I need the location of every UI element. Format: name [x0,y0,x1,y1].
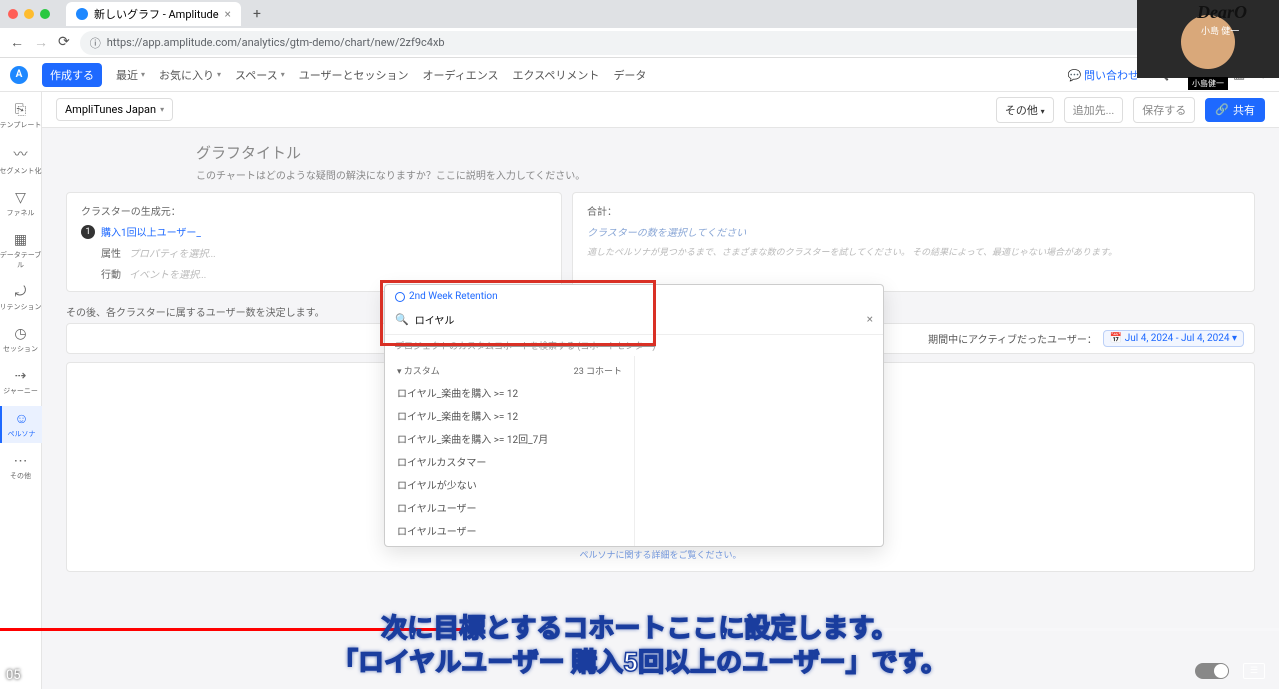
nav-audiences[interactable]: オーディエンス [423,67,499,83]
panel-label: クラスターの生成元： [81,203,547,218]
action-label: 行動 [101,266,121,281]
nav-favorites[interactable]: お気に入り▾ [159,67,221,83]
persona-icon: ☺ [2,410,42,427]
journey-icon: ⇢ [0,368,42,384]
nav-data[interactable]: データ [613,67,646,83]
panel-label: 合計： [587,203,1240,218]
rail-journey[interactable]: ⇢ジャーニー [0,364,42,400]
address-bar[interactable]: ⓘ https://app.amplitude.com/analytics/gt… [80,31,1154,55]
add-to-button[interactable]: 追加先... [1064,97,1124,123]
search-icon: 🔍 [395,313,409,326]
tab-title: 新しいグラフ - Amplitude [94,6,219,22]
presenter-name: 小島 健一 [1201,24,1239,37]
amplitude-logo-icon[interactable]: A [10,66,28,84]
date-label: 期間中にアクティブだったユーザー： [928,331,1097,346]
cluster-count-panel: 合計： クラスターの数を選択してください 適したペルソナが見つかるまで、さまざま… [572,192,1255,292]
chart-toolbar: AmpliTunes Japan▾ その他 ▾ 追加先... 保存する 🔗共有 [42,92,1279,128]
session-icon: ◷ [0,326,42,342]
nav-users[interactable]: ユーザーとセッション [299,67,409,83]
cohort-option[interactable]: ロイヤルユーザー [385,542,634,546]
dropdown-header: 2nd Week Retention [385,285,883,308]
rail-persona[interactable]: ☺ペルソナ [0,406,42,443]
left-rail: ⎘テンプレート 〰セグメント化 ▽ファネル ▦データテーブル ⤾リテンション ◷… [0,92,42,689]
date-range-selector[interactable]: 📅 Jul 4, 2024 - Jul 4, 2024 ▾ [1103,330,1244,347]
browser-tab[interactable]: 新しいグラフ - Amplitude × [66,2,241,26]
cohort-search-input[interactable] [415,314,861,325]
rail-funnel[interactable]: ▽ファネル [0,186,42,222]
nav-experiments[interactable]: エクスペリメント [513,67,600,83]
cohort-source-link[interactable]: 購入1回以上ユーザー_ [101,224,201,239]
lock-icon: ⓘ [90,35,101,51]
cluster-count-selector[interactable]: クラスターの数を選択してください [587,224,1240,239]
rail-session[interactable]: ◷セッション [0,322,42,358]
cohort-option[interactable]: ロイヤルが少ない [385,473,634,496]
browser-toolbar: ← → ⟳ ⓘ https://app.amplitude.com/analyt… [0,28,1279,58]
more-icon: ⋯ [0,453,42,469]
browser-tab-bar: 新しいグラフ - Amplitude × + [0,0,1279,28]
app-header: A 作成する 最近▾ お気に入り▾ スペース▾ ユーザーとセッション オーディエ… [0,58,1279,92]
dropdown-hint: プロジェクトのカスタムコホートを検索する (コホートセンター) [385,335,883,356]
url-text: https://app.amplitude.com/analytics/gtm-… [107,36,445,49]
dropdown-preview [635,356,883,546]
dropdown-list: ▾ カスタム 23 コホート ロイヤル_楽曲を購入 >= 12ロイヤル_楽曲を購… [385,356,635,546]
nav-spaces[interactable]: スペース▾ [235,67,285,83]
cluster-source-panel: クラスターの生成元： 1 購入1回以上ユーザー_ 属性プロパティを選択... 行… [66,192,562,292]
rail-datatable[interactable]: ▦データテーブル [0,228,42,274]
chevron-down-icon: ▾ [217,70,221,79]
rail-other[interactable]: ⋯その他 [0,449,42,485]
chevron-down-icon: ▾ [281,70,285,79]
more-options-button[interactable]: その他 ▾ [996,97,1054,123]
presenter-tag: 小島健一 [1188,77,1228,90]
cohort-option[interactable]: ロイヤル_楽曲を購入 >= 12 [385,404,634,427]
cohort-option[interactable]: ロイヤルカスタマー [385,450,634,473]
hint-text: 適したペルソナが見つかるまで、さまざまな数のクラスターを試してください。 その結… [587,247,1240,260]
chevron-down-icon: ▾ [141,70,145,79]
funnel-icon: ▽ [0,190,42,206]
cohort-option[interactable]: ロイヤルユーザー [385,519,634,542]
amplitude-favicon-icon [76,8,88,20]
persona-help-link[interactable]: ペルソナに関する詳細をご覧ください。 [579,548,741,561]
rail-retention[interactable]: ⤾リテンション [0,280,42,316]
chart-description-input[interactable]: このチャートはどのような疑問の解決になりますか？ここに説明を入力してください。 [196,167,1255,182]
cohort-option[interactable]: ロイヤル_楽曲を購入 >= 12 [385,381,634,404]
chevron-down-icon: ▾ [1041,107,1045,116]
segment-icon: 〰 [0,144,42,164]
presenter-webcam: DearO 小島 健一 小島健一 [1137,0,1279,78]
template-icon: ⎘ [0,102,42,118]
project-selector[interactable]: AmpliTunes Japan▾ [56,98,173,121]
rail-segment[interactable]: 〰セグメント化 [0,140,42,180]
cohort-dropdown: 2nd Week Retention 🔍 × プロジェクトのカスタムコホートを検… [384,284,884,547]
help-link[interactable]: 💬 問い合わせ [1068,67,1139,83]
cohort-type-icon [395,292,405,302]
brand-logo: DearO [1197,2,1247,23]
dropdown-section-header[interactable]: ▾ カスタム 23 コホート [385,360,634,381]
table-icon: ▦ [0,232,42,248]
cohort-option[interactable]: ロイヤル_楽曲を購入 >= 12回_7月 [385,427,634,450]
retention-icon: ⤾ [0,284,42,300]
share-icon: 🔗 [1215,103,1229,116]
reload-icon[interactable]: ⟳ [58,34,70,51]
close-tab-icon[interactable]: × [225,7,231,21]
property-selector[interactable]: プロパティを選択... [129,245,216,260]
chevron-down-icon: ▾ [160,105,164,114]
forward-icon[interactable]: → [34,34,48,51]
rail-template[interactable]: ⎘テンプレート [0,98,42,134]
property-label: 属性 [101,245,121,260]
window-controls[interactable] [8,9,50,19]
nav-recent[interactable]: 最近▾ [116,67,145,83]
create-button[interactable]: 作成する [42,63,102,87]
new-tab-button[interactable]: + [253,6,261,22]
clear-search-icon[interactable]: × [867,312,873,326]
chart-title-input[interactable]: グラフタイトル [196,142,1255,163]
share-button[interactable]: 🔗共有 [1205,98,1265,122]
back-icon[interactable]: ← [10,34,24,51]
step-badge: 1 [81,225,95,239]
cohort-option[interactable]: ロイヤルユーザー [385,496,634,519]
event-selector[interactable]: イベントを選択... [129,266,207,281]
save-button[interactable]: 保存する [1133,97,1195,123]
